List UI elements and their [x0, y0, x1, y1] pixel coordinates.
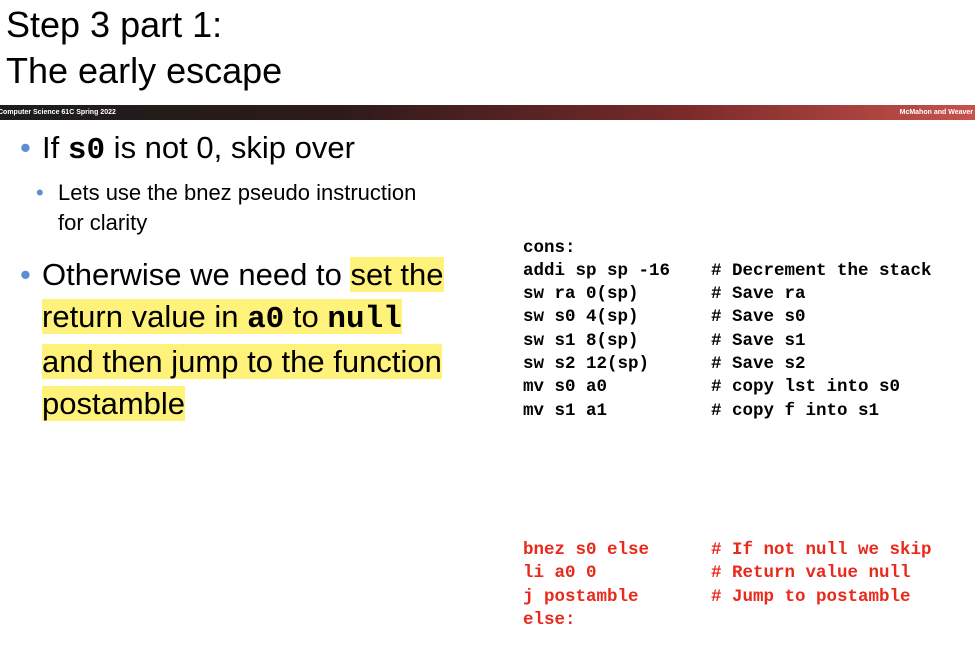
- title-line-2: The early escape: [6, 50, 283, 91]
- sub-bullet-line-1: Lets use the bnez pseudo instruction: [58, 180, 417, 205]
- code-comment: # copy lst into s0: [711, 377, 901, 398]
- code-line: mv s1 a1 # copy f into s1: [523, 400, 879, 423]
- code-line: sw ra 0(sp) # Save ra: [523, 283, 806, 306]
- code-instruction: sw s0 4(sp): [523, 307, 639, 328]
- code-instruction: sw s2 12(sp): [523, 354, 650, 375]
- code-comment: # Save s2: [711, 354, 806, 375]
- sub-bullet-1: • Lets use the bnez pseudo instruction fo…: [36, 178, 506, 238]
- banner-course: Computer Science 61C Spring 2022: [0, 109, 116, 116]
- code-instruction: sw ra 0(sp): [523, 284, 639, 305]
- banner-authors: McMahon and Weaver: [899, 109, 973, 116]
- bullet-2-highlight-2b: to: [284, 299, 328, 334]
- bullet-2-highlight-3: and then jump to the function: [42, 344, 442, 379]
- bullet-dot-icon: •: [20, 130, 31, 165]
- code-instruction: li a0 0: [523, 563, 597, 584]
- code-line: sw s0 4(sp) # Save s0: [523, 306, 806, 329]
- code-line: mv s0 a0 # copy lst into s0: [523, 376, 900, 399]
- sub-bullet-dot-icon: •: [36, 180, 44, 205]
- bullet-2-highlight-4: postamble: [42, 386, 186, 421]
- code-instruction: mv s0 a0: [523, 377, 608, 398]
- code-instruction: addi sp sp -16: [523, 260, 671, 281]
- bullet-2: • Otherwise we need to set the return val…: [20, 254, 520, 425]
- title-line-1: Step 3 part 1:: [6, 4, 223, 45]
- code-instruction: sw s1 8(sp): [523, 330, 639, 351]
- code-comment: # copy f into s1: [711, 400, 880, 421]
- code-line: li a0 0 # Return value null: [523, 562, 911, 585]
- slide-title: Step 3 part 1: The early escape: [6, 2, 282, 94]
- bullet-2-highlight-1: set the: [350, 257, 444, 292]
- bullet-dot-icon: •: [20, 257, 31, 292]
- code-line: cons:: [523, 237, 670, 260]
- bullet-1: • If s0 is not 0, skip over: [20, 128, 355, 171]
- code-comment: # Save ra: [711, 284, 806, 305]
- sub-bullet-line-2: for clarity: [58, 210, 148, 235]
- code-instruction: bnez s0 else: [523, 540, 650, 561]
- bullet-1-post: is not 0, skip over: [105, 130, 355, 165]
- bullet-1-code: s0: [67, 133, 106, 168]
- code-instruction: j postamble: [523, 586, 639, 607]
- code-line: else:: [523, 609, 670, 632]
- code-comment: # Jump to postamble: [711, 586, 911, 607]
- course-banner: Computer Science 61C Spring 2022 McMahon…: [0, 105, 975, 120]
- code-comment: # Save s0: [711, 307, 806, 328]
- code-line: sw s2 12(sp) # Save s2: [523, 353, 806, 376]
- code-instruction: cons:: [523, 237, 576, 258]
- code-line: addi sp sp -16 # Decrement the stack: [523, 260, 932, 283]
- code-comment: # Decrement the stack: [711, 260, 932, 281]
- bullet-2-highlight-2a: return value in: [42, 299, 248, 334]
- code-instruction: else:: [523, 610, 576, 631]
- code-line: bnez s0 else # If not null we skip: [523, 539, 932, 562]
- code-comment: # Save s1: [711, 330, 806, 351]
- bullet-2-code-null: null: [327, 302, 402, 337]
- bullet-2-pre: Otherwise we need to: [42, 257, 351, 292]
- bullet-1-pre: If: [42, 130, 68, 165]
- bullet-2-code-a0: a0: [247, 302, 285, 337]
- code-comment: # If not null we skip: [711, 540, 932, 561]
- code-line: j postamble # Jump to postamble: [523, 586, 911, 609]
- code-line: sw s1 8(sp) # Save s1: [523, 330, 806, 353]
- code-comment: # Return value null: [711, 563, 911, 584]
- code-listing: cons: addi sp sp -16 # Decrement the stack…: [523, 190, 932, 656]
- code-instruction: mv s1 a1: [523, 400, 608, 421]
